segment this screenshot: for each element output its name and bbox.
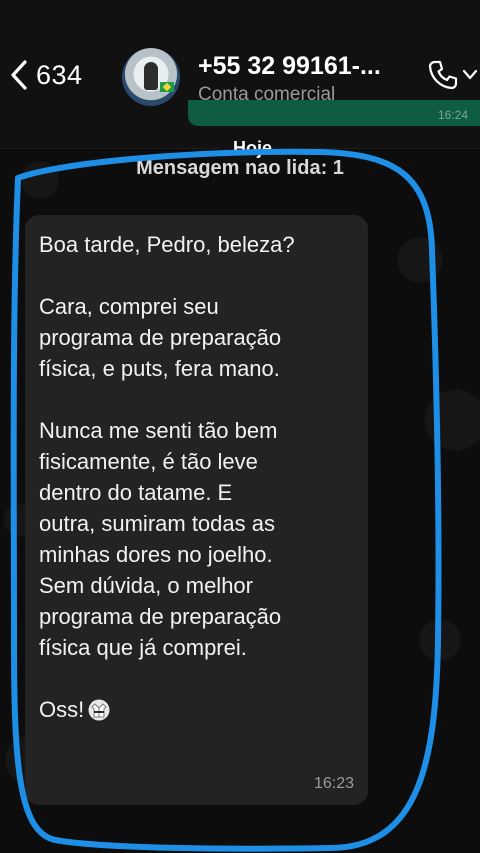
message-line: programa de preparação bbox=[39, 325, 282, 350]
incoming-message-bubble[interactable]: Boa tarde, Pedro, beleza? Cara, comprei s… bbox=[25, 215, 368, 805]
unread-chats-count: 634 bbox=[36, 59, 83, 90]
martial-arts-uniform-icon bbox=[88, 699, 110, 721]
message-text: Boa tarde, Pedro, beleza? Cara, comprei s… bbox=[39, 229, 354, 694]
message-line: Boa tarde, Pedro, beleza? bbox=[39, 232, 295, 257]
avatar[interactable] bbox=[122, 48, 180, 106]
contact-subtitle: Conta comercial bbox=[198, 84, 336, 105]
contact-name: +55 32 99161-... bbox=[198, 52, 381, 80]
brazil-flag-icon bbox=[160, 82, 174, 92]
avatar-figure bbox=[144, 62, 158, 90]
back-button[interactable]: 634 bbox=[8, 58, 83, 92]
message-line: fisicamente, é tão leve bbox=[39, 449, 258, 474]
date-separator: Hoje bbox=[219, 134, 287, 162]
message-line: física que já comprei. bbox=[39, 635, 247, 660]
message-line: Nunca me senti tão bem bbox=[39, 418, 278, 443]
call-button[interactable] bbox=[426, 58, 478, 97]
message-line: dentro do tatame. E bbox=[39, 480, 233, 505]
message-time: 16:23 bbox=[313, 775, 354, 792]
message-closing: Oss! bbox=[39, 694, 354, 725]
previous-message-time: 16:24 bbox=[437, 108, 468, 122]
chat-header: 16:24 634 +55 32 99161-... Conta comerci… bbox=[0, 0, 480, 149]
message-line: física, e puts, fera mano. bbox=[39, 356, 280, 381]
message-line: Sem dúvida, o melhor bbox=[39, 573, 253, 598]
message-line: programa de preparação bbox=[39, 604, 282, 629]
contact-info[interactable]: +55 32 99161-... Conta comercial bbox=[198, 52, 381, 106]
chevron-left-icon bbox=[8, 58, 30, 92]
chevron-down-icon bbox=[462, 58, 478, 97]
message-line: Cara, comprei seu bbox=[39, 294, 219, 319]
message-line: outra, sumiram todas as bbox=[39, 511, 275, 536]
phone-icon bbox=[426, 58, 460, 97]
message-closing-text: Oss! bbox=[39, 697, 85, 722]
message-line: minhas dores no joelho. bbox=[39, 542, 273, 567]
